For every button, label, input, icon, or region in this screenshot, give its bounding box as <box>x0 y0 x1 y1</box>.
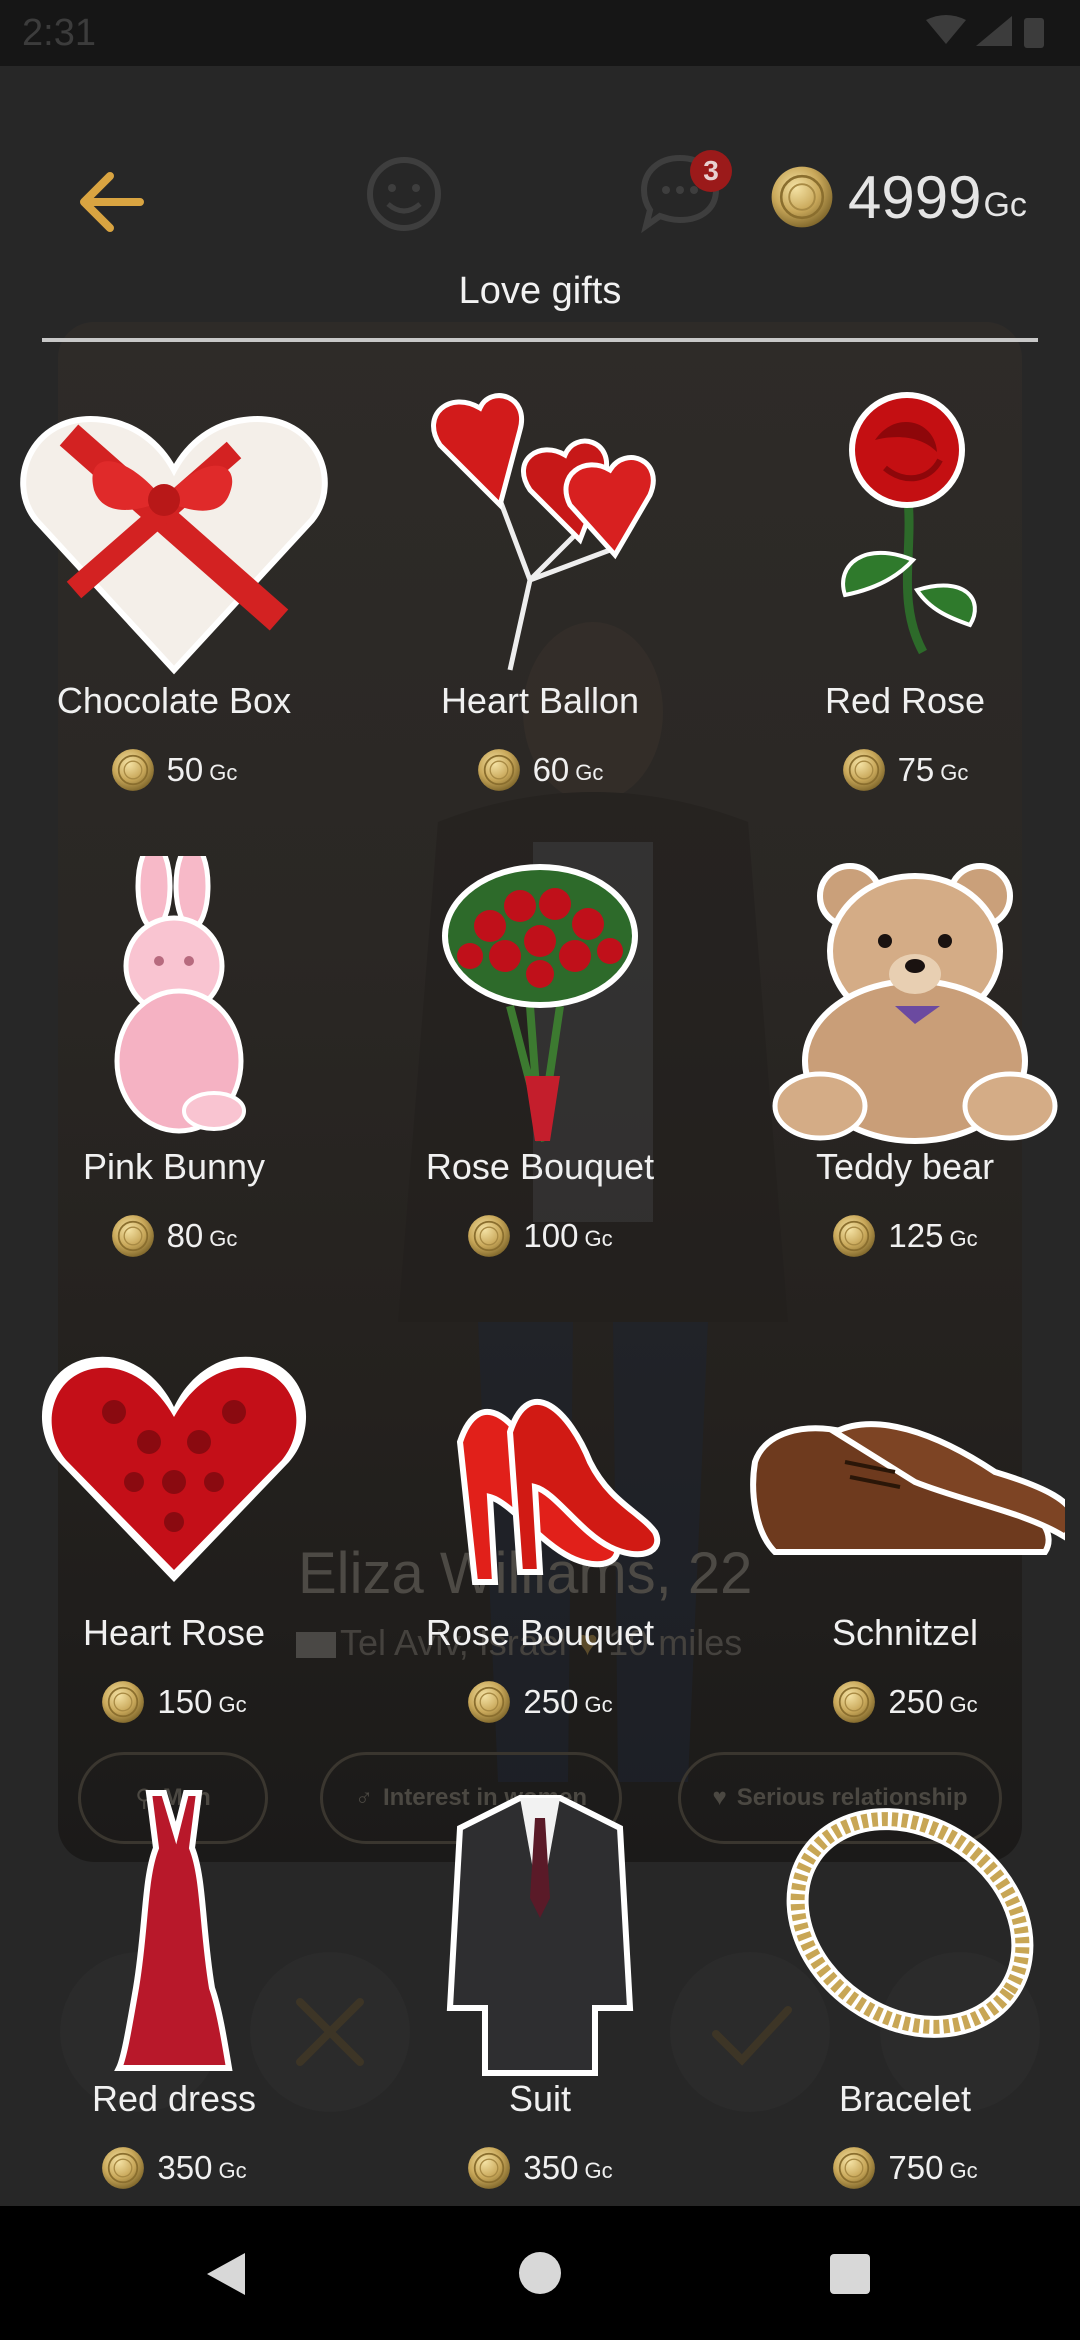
smiley-button[interactable] <box>362 150 447 235</box>
coin-icon <box>101 2146 145 2190</box>
nav-back-icon[interactable] <box>205 2251 247 2297</box>
coin-balance[interactable]: 4999 Gc <box>770 162 1027 232</box>
battery-icon <box>1024 18 1044 48</box>
back-button[interactable] <box>60 150 170 260</box>
gift-name: Pink Bunny <box>82 1146 266 1187</box>
coin-icon <box>832 1680 876 1724</box>
arrow-left-icon <box>80 172 144 232</box>
gift-name: Chocolate Box <box>56 680 292 721</box>
gift-name: Schnitzel <box>831 1612 979 1653</box>
nav-recents-icon[interactable] <box>830 2254 870 2294</box>
status-bar: 2:31 <box>0 0 1080 66</box>
title-underline <box>42 338 1038 342</box>
signal-icon <box>976 16 1012 46</box>
coin-icon <box>477 748 521 792</box>
gift-name: Rose Bouquet <box>425 1612 655 1653</box>
gift-item[interactable]: Suit 350 Gc <box>360 1788 720 2248</box>
gift-price: 250 Gc <box>360 1678 720 1726</box>
coin-icon <box>832 1214 876 1258</box>
red-rose-icon <box>841 392 977 655</box>
gift-item[interactable]: Red Rose 75 Gc <box>725 390 1080 850</box>
heart-rose-icon <box>41 1356 307 1582</box>
section-title: Love gifts <box>458 270 622 312</box>
gift-item[interactable]: Red dress 350 Gc <box>0 1788 354 2248</box>
gift-name: Heart Ballon <box>440 680 640 721</box>
coin-icon <box>111 748 155 792</box>
status-icons <box>926 15 1044 48</box>
suit-icon <box>446 1795 634 2076</box>
gift-price: 75 Gc <box>725 746 1080 794</box>
gift-item[interactable]: Teddy bear 125 Gc <box>725 856 1080 1316</box>
pink-bunny-icon <box>114 856 246 1134</box>
gift-price: 250 Gc <box>725 1678 1080 1726</box>
gift-item[interactable]: Heart Rose 150 Gc <box>0 1322 354 1782</box>
gift-item[interactable]: Schnitzel 250 Gc <box>725 1322 1080 1782</box>
brown-shoes-icon <box>750 1421 1065 1555</box>
coin-icon <box>101 1680 145 1724</box>
gift-name: Suit <box>508 2078 572 2119</box>
bracelet-icon <box>786 1808 1034 2038</box>
status-time: 2:31 <box>22 12 96 54</box>
red-dress-icon <box>114 1790 233 2071</box>
gift-name: Heart Rose <box>82 1612 266 1653</box>
coin-icon <box>467 1680 511 1724</box>
gift-item[interactable]: Heart Ballon 60 Gc <box>360 390 720 850</box>
chat-badge: 3 <box>690 150 732 192</box>
gift-price: 50 Gc <box>0 746 354 794</box>
gift-item[interactable]: Chocolate Box 50 Gc <box>0 390 354 850</box>
gift-name: Red Rose <box>824 680 986 721</box>
balance-unit: Gc <box>983 185 1027 224</box>
teddy-bear-icon <box>772 863 1058 1144</box>
gift-item[interactable]: Rose Bouquet 250 Gc <box>360 1322 720 1782</box>
heart-balloon-icon <box>431 393 656 671</box>
gift-price: 60 Gc <box>360 746 720 794</box>
navigation-bar <box>0 2206 1080 2340</box>
gift-name: Rose Bouquet <box>425 1146 655 1187</box>
gift-price: 150 Gc <box>0 1678 354 1726</box>
gift-price: 80 Gc <box>0 1212 354 1260</box>
smiley-icon <box>367 157 441 231</box>
gift-item[interactable]: Pink Bunny 80 Gc <box>0 856 354 1316</box>
gift-price: 350 Gc <box>0 2144 354 2192</box>
balance-amount: 4999 <box>848 163 982 231</box>
nav-home-icon[interactable] <box>519 2252 561 2294</box>
gift-price: 750 Gc <box>725 2144 1080 2192</box>
gift-name: Bracelet <box>838 2078 972 2119</box>
coin-icon <box>842 748 886 792</box>
gift-price: 350 Gc <box>360 2144 720 2192</box>
rose-bouquet-icon <box>442 864 638 1143</box>
coin-icon <box>467 1214 511 1258</box>
chocolate-box-icon <box>20 416 328 675</box>
coin-icon <box>467 2146 511 2190</box>
gift-price: 100 Gc <box>360 1212 720 1260</box>
coin-icon <box>770 165 834 229</box>
gift-name: Teddy bear <box>815 1146 995 1187</box>
red-heels-icon <box>456 1398 661 1585</box>
gift-name: Red dress <box>91 2078 257 2119</box>
gift-price: 125 Gc <box>725 1212 1080 1260</box>
gift-item[interactable]: Bracelet 750 Gc <box>725 1788 1080 2248</box>
wifi-icon <box>926 15 966 44</box>
gift-item[interactable]: Rose Bouquet 100 Gc <box>360 856 720 1316</box>
coin-icon <box>111 1214 155 1258</box>
coin-icon <box>832 2146 876 2190</box>
